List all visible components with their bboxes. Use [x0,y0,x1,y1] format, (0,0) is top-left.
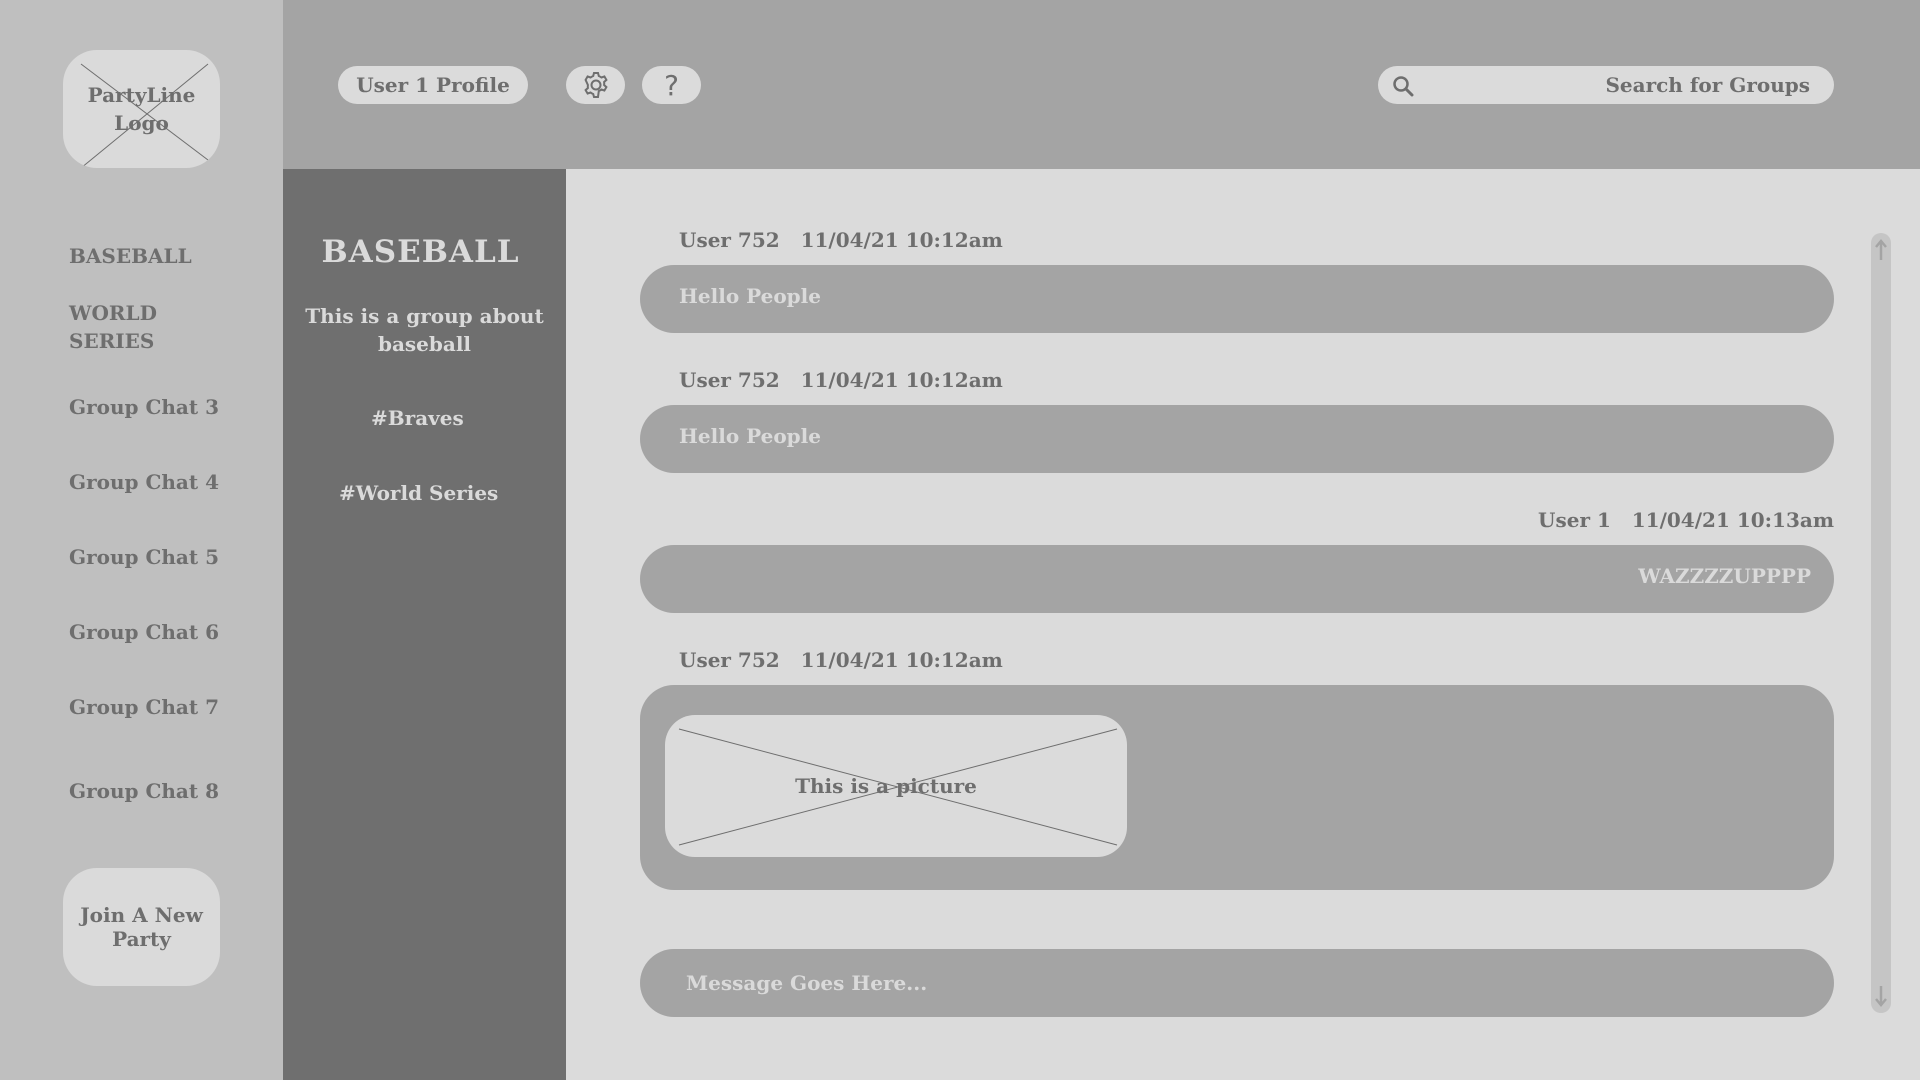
search-bar[interactable] [1378,66,1834,104]
sidebar-item-group-chat-4[interactable]: Group Chat 4 [69,468,219,496]
message-meta: User 752 11/04/21 10:12am [679,368,1003,392]
sidebar: PartyLine Logo BASEBALL WORLD SERIES Gro… [0,0,283,1080]
message-picture[interactable]: This is a picture [665,715,1127,857]
chat-area: User 752 11/04/21 10:12am Hello People U… [566,169,1920,1080]
message-timestamp: 11/04/21 10:12am [800,228,1003,252]
sidebar-item-world-series[interactable]: WORLD SERIES [69,299,179,355]
message-bubble: Hello People [640,265,1834,333]
scrollbar[interactable] [1871,233,1891,1013]
message-bubble: This is a picture [640,685,1834,890]
message-meta: User 752 11/04/21 10:12am [679,228,1003,252]
message-text: Hello People [679,284,821,308]
message-timestamp: 11/04/21 10:12am [800,648,1003,672]
sidebar-item-group-chat-7[interactable]: Group Chat 7 [69,693,219,721]
help-button[interactable]: ? [642,66,701,104]
user-profile-label: User 1 Profile [356,73,510,97]
message-user: User 752 [679,368,780,392]
tag-world-series[interactable]: #World Series [339,481,498,505]
picture-label: This is a picture [795,774,977,798]
group-info-panel: BASEBALL This is a group about baseball … [283,169,566,1080]
arrow-up-icon[interactable] [1874,239,1888,261]
group-title: BASEBALL [321,234,520,270]
arrow-down-icon[interactable] [1874,985,1888,1007]
help-icon: ? [664,68,679,102]
user-profile-button[interactable]: User 1 Profile [338,66,528,104]
message-bubble-own: WAZZZZUPPPP [640,545,1834,613]
message-text: WAZZZZUPPPP [1638,564,1811,588]
sidebar-item-group-chat-6[interactable]: Group Chat 6 [69,618,219,646]
join-new-party-button[interactable]: Join A New Party [63,868,220,986]
logo: PartyLine Logo [63,50,220,168]
search-icon [1393,76,1414,97]
logo-text: PartyLine Logo [87,83,196,135]
message-user: User 1 [1538,508,1611,532]
message-bubble: Hello People [640,405,1834,473]
group-description: This is a group about baseball [305,304,544,356]
app-window: PartyLine Logo BASEBALL WORLD SERIES Gro… [0,0,1920,1080]
join-new-party-label: Join A New Party [80,903,203,951]
gear-icon [583,72,608,98]
message-timestamp: 11/04/21 10:12am [800,368,1003,392]
message-text: Hello People [679,424,821,448]
sidebar-item-group-chat-8[interactable]: Group Chat 8 [69,777,219,805]
message-meta: User 1 11/04/21 10:13am [1538,508,1834,532]
message-timestamp: 11/04/21 10:13am [1631,508,1834,532]
sidebar-item-group-chat-3[interactable]: Group Chat 3 [69,393,219,421]
tag-braves[interactable]: #Braves [371,406,464,430]
message-composer[interactable] [640,949,1834,1017]
message-input[interactable] [686,949,1786,1017]
message-user: User 752 [679,648,780,672]
search-input[interactable] [1426,66,1810,104]
top-bar: User 1 Profile ? [283,0,1920,169]
sidebar-item-group-chat-5[interactable]: Group Chat 5 [69,543,219,571]
settings-button[interactable] [566,66,625,104]
message-meta: User 752 11/04/21 10:12am [679,648,1003,672]
sidebar-item-baseball[interactable]: BASEBALL [69,242,192,270]
message-user: User 752 [679,228,780,252]
